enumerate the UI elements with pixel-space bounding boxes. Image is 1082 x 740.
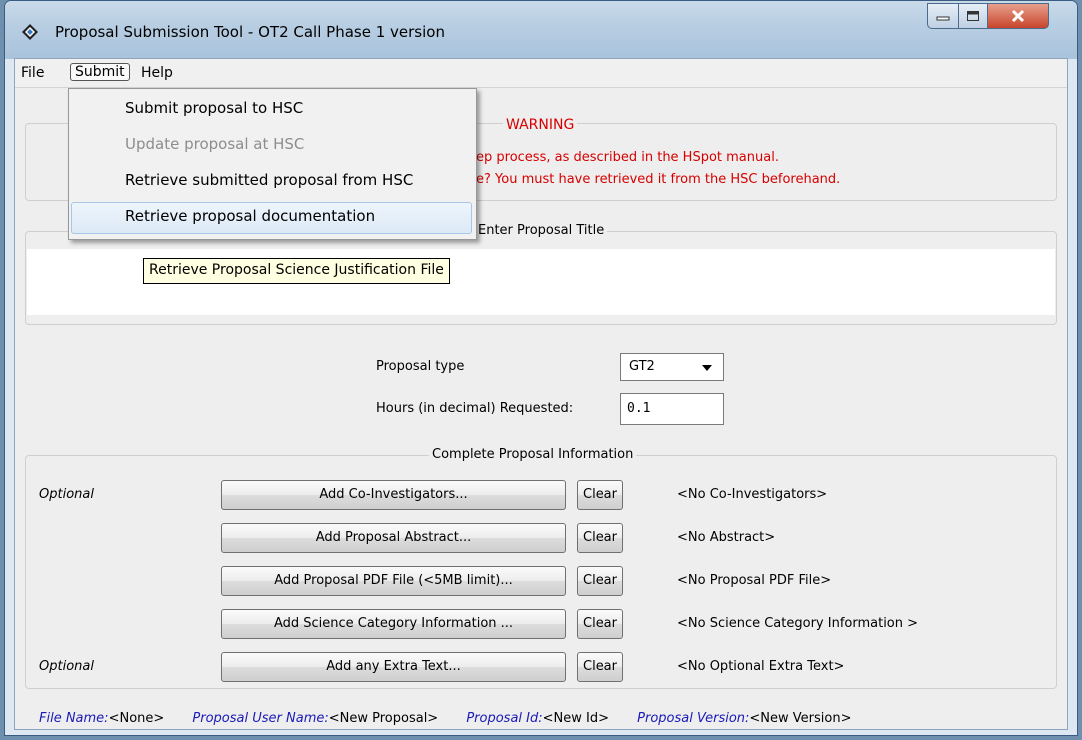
title-bar[interactable]: Proposal Submission Tool - OT2 Call Phas…	[5, 1, 1077, 59]
menu-item-update-proposal: Update proposal at HSC	[125, 135, 305, 153]
optional-label: Optional	[39, 487, 94, 502]
menu-item-submit-proposal[interactable]: Submit proposal to HSC	[125, 99, 303, 117]
science-category-status: <No Science Category Information >	[677, 616, 919, 631]
menu-item-retrieve-documentation[interactable]: Retrieve proposal documentation	[125, 207, 375, 225]
menu-submit[interactable]: Submit	[70, 63, 130, 81]
file-name-value: <None>	[108, 711, 165, 726]
maximize-icon	[967, 11, 979, 21]
proposal-version-value: <New Version>	[749, 711, 852, 726]
add-pdf-file-button[interactable]: Add Proposal PDF File (<5MB limit)...	[221, 566, 566, 596]
proposal-type-select[interactable]: GT2	[620, 353, 724, 381]
proposal-type-label: Proposal type	[376, 359, 465, 374]
minimize-icon	[936, 16, 950, 21]
user-name-key: Proposal User Name:	[192, 711, 329, 726]
clear-science-category-button[interactable]: Clear	[577, 609, 623, 639]
add-abstract-button[interactable]: Add Proposal Abstract...	[221, 523, 566, 553]
app-diamond-icon	[22, 24, 38, 40]
menu-bar: File Submit Help	[15, 59, 1067, 88]
menu-tooltip: Retrieve Proposal Science Justification …	[143, 258, 450, 284]
window-title: Proposal Submission Tool - OT2 Call Phas…	[55, 23, 445, 41]
menu-help[interactable]: Help	[137, 64, 177, 82]
maximize-button[interactable]	[958, 3, 988, 29]
clear-extra-text-button[interactable]: Clear	[577, 652, 623, 682]
pdf-file-status: <No Proposal PDF File>	[677, 573, 832, 588]
clear-co-investigators-button[interactable]: Clear	[577, 480, 623, 510]
close-icon	[1011, 9, 1025, 23]
submit-dropdown-menu: Submit proposal to HSC Update proposal a…	[68, 88, 477, 240]
hours-input[interactable]: 0.1	[620, 393, 724, 425]
menu-item-retrieve-submitted[interactable]: Retrieve submitted proposal from HSC	[125, 171, 413, 189]
app-window: Proposal Submission Tool - OT2 Call Phas…	[4, 0, 1078, 736]
warning-title: WARNING	[503, 117, 578, 133]
proposal-id-key: Proposal Id:	[466, 711, 543, 726]
warning-line-2: e? You must have retrieved it from the H…	[476, 172, 841, 187]
file-name-key: File Name:	[39, 711, 109, 726]
add-co-investigators-button[interactable]: Add Co-Investigators...	[221, 480, 566, 510]
proposal-title-legend: Enter Proposal Title	[475, 223, 608, 238]
clear-pdf-file-button[interactable]: Clear	[577, 566, 623, 596]
minimize-button[interactable]	[927, 3, 959, 29]
status-footer: File Name:<None> Proposal User Name:<New…	[39, 711, 875, 726]
clear-abstract-button[interactable]: Clear	[577, 523, 623, 553]
dropdown-arrow-icon	[702, 365, 712, 371]
proposal-info-legend: Complete Proposal Information	[429, 447, 637, 462]
proposal-version-key: Proposal Version:	[637, 711, 750, 726]
extra-text-status: <No Optional Extra Text>	[677, 659, 845, 674]
proposal-type-value: GT2	[629, 359, 655, 374]
add-science-category-button[interactable]: Add Science Category Information ...	[221, 609, 566, 639]
close-button[interactable]	[987, 3, 1049, 29]
hours-label: Hours (in decimal) Requested:	[376, 401, 574, 416]
warning-line-1: ep process, as described in the HSpot ma…	[476, 150, 779, 165]
co-investigators-status: <No Co-Investigators>	[677, 487, 828, 502]
abstract-status: <No Abstract>	[677, 530, 776, 545]
proposal-id-value: <New Id>	[542, 711, 609, 726]
menu-file[interactable]: File	[17, 64, 48, 82]
user-name-value: <New Proposal>	[328, 711, 439, 726]
optional-label: Optional	[39, 659, 94, 674]
add-extra-text-button[interactable]: Add any Extra Text...	[221, 652, 566, 682]
